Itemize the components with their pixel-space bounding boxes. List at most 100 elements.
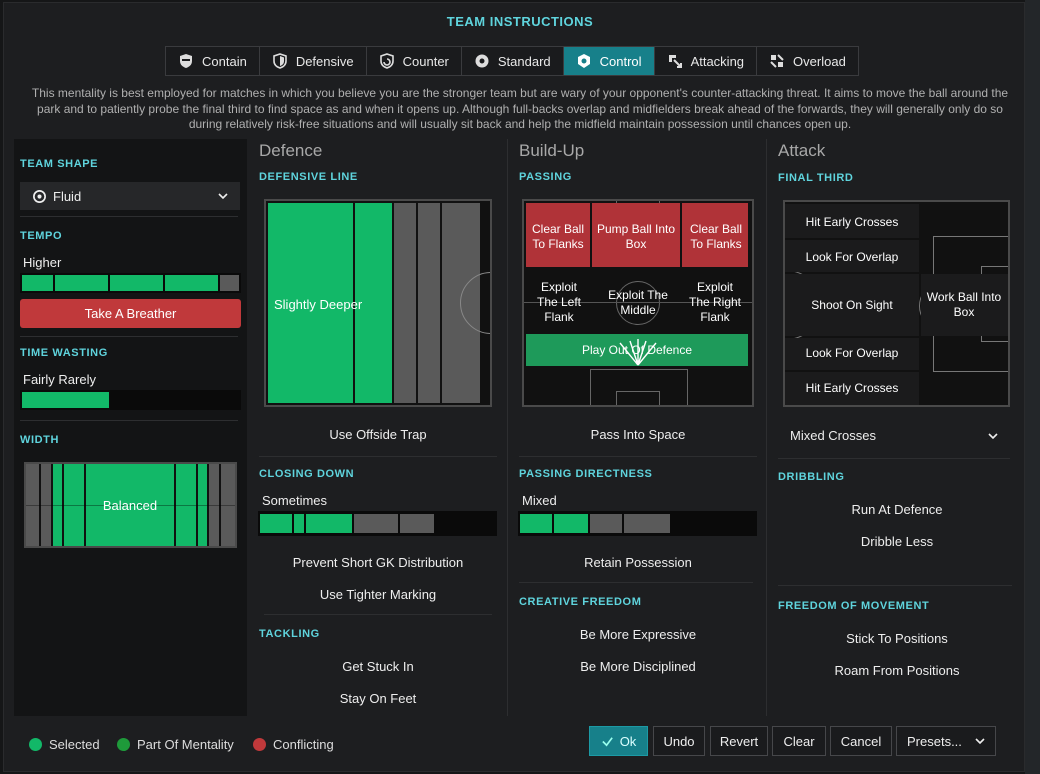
counter-icon — [379, 53, 394, 69]
passing-heading: PASSING — [519, 171, 572, 183]
cancel-button[interactable]: Cancel — [830, 726, 892, 756]
crosses-value: Mixed Crosses — [790, 428, 876, 443]
column-divider — [766, 139, 767, 716]
shield-icon — [273, 53, 287, 69]
tempo-heading: TEMPO — [20, 230, 63, 242]
width-heading: WIDTH — [20, 434, 60, 446]
time-wasting-heading: TIME WASTING — [20, 347, 108, 359]
ok-button[interactable]: Ok — [589, 726, 648, 756]
pass-option-mid-left: Exploit The Left Flank — [536, 280, 582, 324]
final-third-heading: FINAL THIRD — [778, 172, 854, 184]
divider — [264, 614, 492, 615]
roam-from-positions-option[interactable]: Roam From Positions — [778, 663, 1016, 678]
divider — [778, 458, 1010, 459]
team-shape-value: Fluid — [53, 188, 82, 204]
check-icon — [601, 736, 613, 746]
mentality-tabs: Contain Defensive Counter Standard Contr… — [165, 46, 859, 76]
tempo-segment — [110, 275, 163, 291]
width-pitch[interactable]: Balanced — [24, 462, 237, 548]
legend-label: Conflicting — [273, 737, 334, 752]
closing-down-segment — [294, 514, 304, 533]
tab-contain[interactable]: Contain — [166, 47, 260, 75]
freedom-of-movement-heading: FREEDOM OF MOVEMENT — [778, 600, 930, 612]
passing-directness-value: Mixed — [522, 493, 557, 508]
defence-title: Defence — [259, 141, 323, 160]
attack-title: Attack — [778, 141, 826, 160]
passing-directness-slider[interactable] — [518, 511, 757, 536]
be-more-disciplined-option[interactable]: Be More Disciplined — [519, 659, 757, 674]
run-at-defence-option[interactable]: Run At Defence — [778, 502, 1016, 517]
offside-trap-option[interactable]: Use Offside Trap — [259, 427, 497, 442]
directness-segment — [520, 514, 552, 533]
legend-label: Part Of Mentality — [137, 737, 234, 752]
tab-counter[interactable]: Counter — [367, 47, 462, 75]
tackling-heading: TACKLING — [259, 628, 320, 640]
presets-button[interactable]: Presets... — [896, 726, 996, 756]
clear-button[interactable]: Clear — [772, 726, 826, 756]
prevent-short-gk-option[interactable]: Prevent Short GK Distribution — [259, 555, 497, 570]
divider — [519, 456, 757, 457]
be-more-expressive-option[interactable]: Be More Expressive — [519, 627, 757, 642]
chevron-down-icon — [988, 432, 998, 439]
final-third-row: Hit Early Crosses — [805, 215, 899, 229]
tab-attacking[interactable]: Attacking — [655, 47, 758, 75]
get-stuck-in-option[interactable]: Get Stuck In — [259, 659, 497, 674]
crosses-dropdown[interactable]: Mixed Crosses — [778, 421, 1010, 450]
stick-to-positions-option[interactable]: Stick To Positions — [778, 631, 1016, 646]
passing-pitch[interactable]: Clear Ball To Flanks Pump Ball Into Box … — [522, 199, 754, 407]
tighter-marking-option[interactable]: Use Tighter Marking — [259, 587, 497, 602]
tempo-value: Higher — [23, 255, 62, 270]
tab-label: Attacking — [690, 53, 745, 69]
presets-label: Presets... — [907, 733, 962, 749]
left-panel — [14, 139, 247, 716]
take-a-breather-button[interactable]: Take A Breather — [20, 299, 241, 328]
dribbling-heading: DRIBBLING — [778, 471, 845, 483]
work-ball-into-box-value: Work Ball Into Box — [926, 290, 1002, 319]
tab-label: Control — [599, 53, 642, 69]
closing-down-value: Sometimes — [262, 493, 328, 508]
team-shape-heading: TEAM SHAPE — [20, 158, 99, 170]
final-third-row: Hit Early Crosses — [805, 381, 899, 395]
fluid-icon — [33, 189, 46, 203]
closing-down-segment — [260, 514, 292, 533]
divider — [519, 582, 753, 583]
closing-down-slider[interactable] — [258, 511, 497, 536]
undo-button[interactable]: Undo — [653, 726, 705, 756]
time-wasting-value: Fairly Rarely — [23, 372, 96, 387]
width-value: Balanced — [102, 498, 158, 513]
mentality-description: This mentality is best employed for matc… — [31, 86, 1009, 131]
creative-freedom-heading: CREATIVE FREEDOM — [519, 596, 642, 608]
final-third-row: Shoot On Sight — [811, 298, 893, 312]
divider — [20, 420, 238, 421]
play-out-of-defence-value: Play Out Of Defence — [581, 343, 693, 357]
final-third-pitch[interactable]: Hit Early Crosses Look For Overlap Shoot… — [783, 200, 1010, 407]
closing-down-heading: CLOSING DOWN — [259, 468, 355, 480]
tab-control[interactable]: Control — [563, 47, 655, 75]
chevron-down-icon — [975, 738, 985, 745]
revert-button[interactable]: Revert — [710, 726, 768, 756]
retain-possession-option[interactable]: Retain Possession — [519, 555, 757, 570]
closing-down-segment — [400, 514, 434, 533]
directness-segment — [624, 514, 670, 533]
tab-standard[interactable]: Standard — [462, 47, 564, 75]
stay-on-feet-option[interactable]: Stay On Feet — [259, 691, 497, 706]
tempo-segment — [165, 275, 218, 291]
dribble-less-option[interactable]: Dribble Less — [778, 534, 1016, 549]
defensive-line-pitch[interactable]: Slightly Deeper — [264, 199, 492, 407]
team-shape-dropdown[interactable]: Fluid — [20, 182, 240, 210]
tab-overload[interactable]: Overload — [757, 47, 858, 75]
buildup-title: Build-Up — [519, 141, 585, 160]
pass-into-space-option[interactable]: Pass Into Space — [519, 427, 757, 442]
pass-option-top-left: Clear Ball To Flanks — [531, 222, 585, 251]
standard-icon — [475, 54, 489, 68]
column-divider — [507, 139, 508, 716]
tempo-slider[interactable] — [20, 273, 241, 293]
tab-label: Counter — [402, 53, 449, 69]
tab-label: Standard — [497, 53, 551, 69]
time-wasting-slider[interactable] — [20, 390, 241, 410]
legend-label: Selected — [49, 737, 100, 752]
legend-part-of-mentality: Part Of Mentality — [117, 737, 234, 752]
defensive-line-heading: DEFENSIVE LINE — [259, 171, 358, 183]
passing-directness-heading: PASSING DIRECTNESS — [519, 468, 653, 480]
tab-defensive[interactable]: Defensive — [260, 47, 367, 75]
